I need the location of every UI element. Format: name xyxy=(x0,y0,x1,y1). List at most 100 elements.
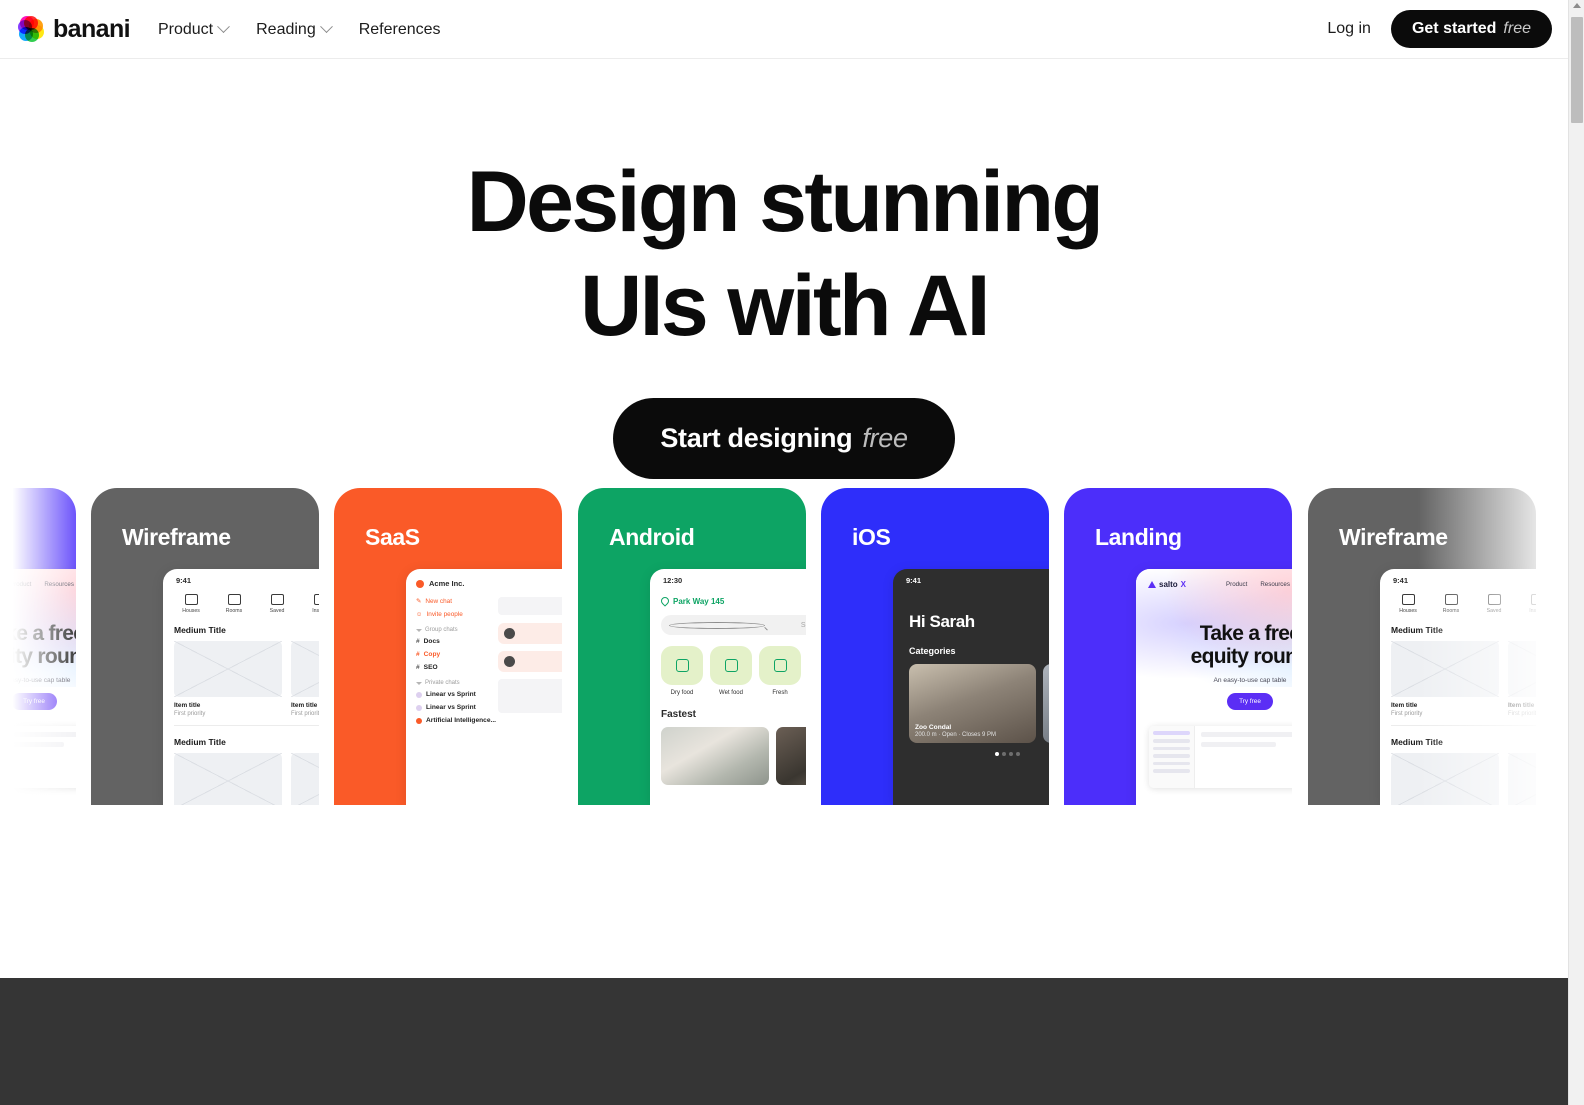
carousel-card-landing[interactable]: Landing salto X Product Resources Take a… xyxy=(1064,488,1292,805)
card-preview-wireframe-2: 9:41 ◓ Houses Rooms Saved Instant Profil… xyxy=(1380,569,1536,805)
saas-new-chat[interactable]: ✎ New chat xyxy=(416,597,498,606)
brand-logo[interactable]: banani xyxy=(18,15,131,44)
message-bubble xyxy=(498,623,562,644)
landing-logo-text: salto xyxy=(1159,580,1178,589)
avatar xyxy=(416,704,422,711)
landing-nav-1[interactable]: Resources xyxy=(44,581,74,588)
get-started-label: Get started xyxy=(1411,20,1497,37)
saas-invite[interactable]: ☺ Invite people xyxy=(416,611,498,618)
carousel-card-ios[interactable]: iOS 9:41 ◓ Hi Sarah Categories xyxy=(821,488,1049,805)
saas-invite-label: Invite people xyxy=(426,611,463,618)
carousel-dots[interactable] xyxy=(893,752,1049,756)
room-icon xyxy=(227,594,241,605)
landing-nav-0[interactable]: Product xyxy=(10,581,31,588)
login-link[interactable]: Log in xyxy=(1327,20,1371,38)
org-avatar xyxy=(416,579,424,588)
photo-thumbnail xyxy=(661,727,769,785)
item-title: Item title xyxy=(1391,702,1418,709)
carousel-card-saas[interactable]: SaaS Acme Inc. # Copy ☆ ✎New chat ☺Invit… xyxy=(334,488,562,805)
tab-instant: Instant xyxy=(1520,594,1536,614)
tab-label: Saved xyxy=(1486,608,1502,614)
tab-label: Rooms xyxy=(1442,608,1460,614)
landing-subhead: An easy-to-use cap table xyxy=(1213,677,1287,685)
message-bubble xyxy=(498,651,562,672)
nav-item-references[interactable]: References xyxy=(359,0,441,59)
saas-private-2[interactable]: Artificial Intelligence... xyxy=(416,717,498,724)
saas-main-panel xyxy=(498,597,562,730)
carousel-card-landing-left[interactable]: Landing salto X Product Resources xyxy=(0,488,76,805)
user-plus-icon: ☺ xyxy=(416,611,423,618)
placeholder-image xyxy=(291,641,319,697)
ios-card-title: Zoo Condal xyxy=(915,724,952,731)
saas-channel-seo[interactable]: # SEO xyxy=(416,664,498,671)
landing-nav-1[interactable]: Resources xyxy=(1260,581,1290,588)
skeleton-block xyxy=(498,679,562,713)
chevron-down-icon xyxy=(319,19,333,33)
landing-nav-0[interactable]: Product xyxy=(1226,581,1247,588)
hero-title-line-1: Design stunning xyxy=(466,154,1104,250)
card-label: Wireframe xyxy=(1339,524,1448,550)
divider xyxy=(1391,725,1536,726)
bolt-icon xyxy=(313,594,319,605)
ios-place-card[interactable] xyxy=(1043,664,1049,743)
get-started-button[interactable]: Get started free xyxy=(1390,10,1552,48)
nav-item-reading[interactable]: Reading xyxy=(256,0,333,59)
caret-down-icon xyxy=(416,628,422,632)
card-label: Android xyxy=(609,524,695,550)
carousel-card-wireframe[interactable]: Wireframe 9:41 ◓ Houses Rooms Saved xyxy=(91,488,319,805)
android-search-input[interactable]: Search xyxy=(661,615,806,635)
card-preview-wireframe: 9:41 ◓ Houses Rooms Saved Instant Profil… xyxy=(163,569,319,805)
saas-channel-copy[interactable]: # Copy xyxy=(416,651,498,658)
saas-private-0[interactable]: Linear vs Sprint xyxy=(416,691,498,698)
ios-section-title: Categories xyxy=(909,646,956,656)
landing-headline-1: Take a free xyxy=(0,622,76,645)
nav-item-reading-label: Reading xyxy=(256,20,316,38)
category-fresh[interactable]: Fresh xyxy=(759,646,801,696)
avatar xyxy=(416,691,422,698)
wireframe-section-title-2: Medium Title xyxy=(1391,737,1443,747)
dark-section xyxy=(0,978,1568,1105)
carousel-card-wireframe-right[interactable]: Wireframe 9:41 ◓ Houses Rooms Saved xyxy=(1308,488,1536,805)
page-title: Design stunning UIs with AI xyxy=(0,159,1568,349)
saas-new-chat-label: New chat xyxy=(425,597,452,605)
card-preview-landing: salto X Product Resources Take a free eq… xyxy=(0,569,76,805)
scrollbar-thumb[interactable] xyxy=(1571,17,1583,123)
placeholder-image xyxy=(1508,753,1536,805)
nav-item-product[interactable]: Product xyxy=(158,0,230,59)
saas-group-label: Group chats xyxy=(416,627,498,633)
category-wet-food[interactable]: Wet food xyxy=(710,646,752,696)
start-designing-button[interactable]: Start designing free xyxy=(613,398,955,479)
start-designing-free-label: free xyxy=(862,423,908,453)
template-carousel[interactable]: Landing salto X Product Resources xyxy=(0,488,1568,805)
tab-label: Instant xyxy=(1529,608,1536,614)
saas-channel-docs[interactable]: # Docs xyxy=(416,638,498,645)
wireframe-tabs: Houses Rooms Saved Instant Profile xyxy=(163,585,319,614)
location-pin-icon xyxy=(659,595,671,607)
carousel-card-android[interactable]: Android 12:30 ▮ Park Way 145 ☼ Search xyxy=(578,488,806,805)
page-root: banani Product Reading References Log in… xyxy=(0,0,1584,1105)
get-started-free-label: free xyxy=(1503,20,1531,37)
ios-place-card[interactable]: Zoo Condal 200.0 m · Open · Closes 9 PM xyxy=(909,664,1036,743)
wireframe-tabs: Houses Rooms Saved Instant Profile xyxy=(1380,585,1536,614)
avatar xyxy=(504,656,515,667)
hero-section: Design stunning UIs with AI Start design… xyxy=(0,59,1568,479)
ios-card-sub: 200.0 m · Open · Closes 9 PM xyxy=(915,732,997,738)
card-label: iOS xyxy=(852,524,891,550)
category-dry-food[interactable]: Dry food xyxy=(661,646,703,696)
landing-try-button[interactable]: Try free xyxy=(1227,693,1273,711)
placeholder-image xyxy=(1391,753,1499,805)
landing-try-button[interactable]: Try free xyxy=(11,693,57,711)
page-scrollbar[interactable] xyxy=(1568,0,1584,1105)
item-sub: First priority xyxy=(1391,711,1423,717)
placeholder-image xyxy=(174,753,282,805)
bowl-icon xyxy=(675,659,689,672)
android-location: Park Way 145 xyxy=(673,596,725,606)
placeholder-image xyxy=(1508,641,1536,697)
compose-icon: ✎ xyxy=(416,598,422,605)
scroll-up-arrow-icon[interactable] xyxy=(1573,3,1581,8)
bookmark-icon xyxy=(1487,594,1501,605)
ios-greeting: Hi Sarah xyxy=(909,612,975,631)
tab-saved: Saved xyxy=(260,594,294,614)
tab-saved: Saved xyxy=(1477,594,1511,614)
saas-private-1[interactable]: Linear vs Sprint xyxy=(416,704,498,711)
